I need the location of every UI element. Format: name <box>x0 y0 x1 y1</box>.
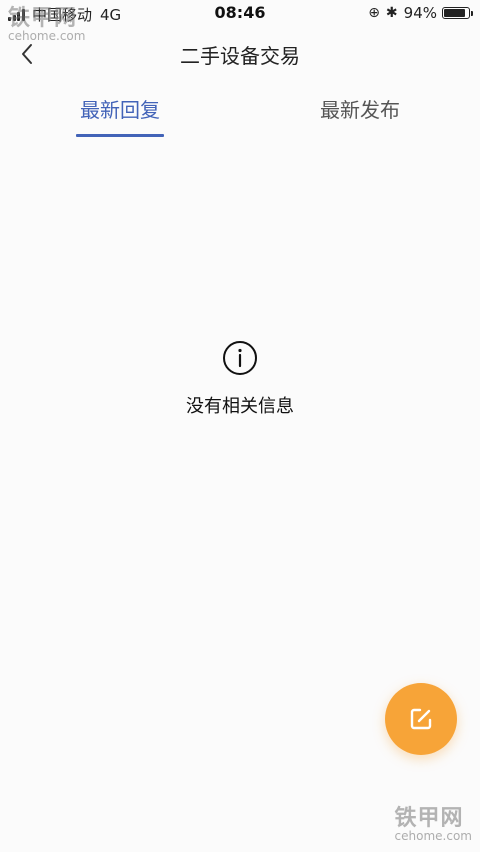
info-icon <box>223 341 257 375</box>
active-tab-indicator <box>76 134 164 137</box>
orientation-lock-icon: ⊕ <box>368 5 380 21</box>
tab-bar: 最新回复 最新发布 <box>0 88 480 140</box>
status-right: ⊕ ✱ 94% <box>362 4 473 22</box>
watermark-brand: 铁甲网 <box>394 806 464 831</box>
battery-percent: 94% <box>403 4 437 22</box>
page-title: 二手设备交易 <box>180 44 300 68</box>
tab-latest-post[interactable]: 最新发布 <box>320 94 400 123</box>
battery-icon <box>442 7 473 19</box>
nav-bar: 二手设备交易 <box>0 32 480 76</box>
tab-latest-reply[interactable]: 最新回复 <box>80 94 160 123</box>
edit-icon <box>410 708 432 730</box>
watermark-brand: 铁甲网 <box>8 6 78 31</box>
bluetooth-icon: ✱ <box>385 5 398 21</box>
empty-message: 没有相关信息 <box>186 396 294 417</box>
watermark-bottom: 铁甲网 cehome.com <box>394 806 472 843</box>
compose-button[interactable] <box>385 683 457 755</box>
empty-state: 没有相关信息 <box>0 340 480 418</box>
watermark-domain: cehome.com <box>394 829 472 843</box>
app-screen: 中国移动 4G 08:46 ⊕ ✱ 94% 铁甲网 cehome.com 铁甲网… <box>0 0 480 852</box>
battery-fill <box>444 9 465 17</box>
